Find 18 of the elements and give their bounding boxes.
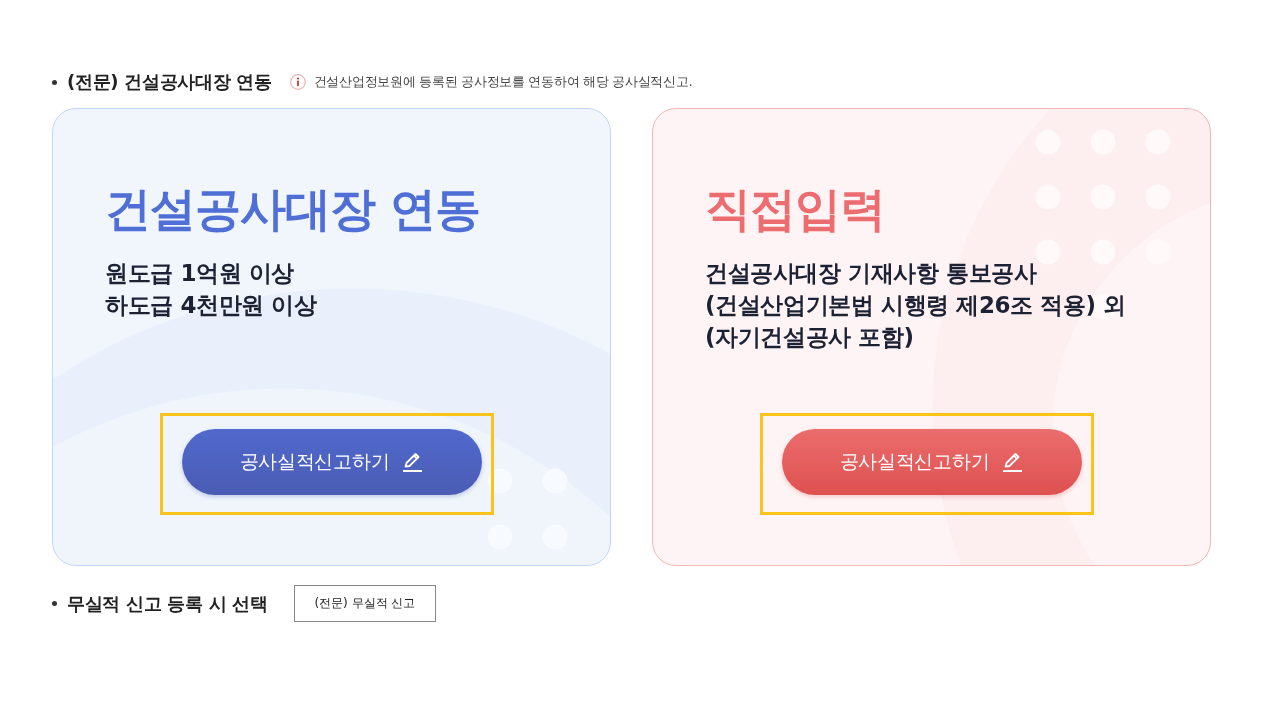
report-button[interactable]: 공사실적신고하기 (181, 429, 482, 495)
info-icon (289, 74, 306, 90)
bullet-icon (52, 601, 57, 606)
no-record-button[interactable]: (전문) 무실적 신고 (293, 585, 436, 622)
card-description: (건설산업기본법 시행령 제26조 적용) 외 (705, 291, 1126, 320)
card-description: 하도급 4천만원 이상 (105, 291, 317, 320)
section-heading: (전문) 건설공사대장 연동 (67, 70, 272, 94)
card-title: 직접입력 (705, 181, 885, 237)
card-description: 건설공사대장 기재사항 통보공사 (705, 259, 1037, 288)
card-description: 원도급 1억원 이상 (105, 259, 295, 288)
report-button[interactable]: 공사실적신고하기 (781, 429, 1082, 495)
card-description: (자기건설공사 포함) (705, 323, 914, 352)
pencil-icon (1001, 451, 1024, 473)
card-title: 건설공사대장 연동 (105, 181, 480, 237)
section-heading: 무실적 신고 등록 시 선택 (67, 591, 268, 616)
bullet-icon (52, 79, 57, 85)
pencil-icon (401, 451, 424, 473)
info-note: 건설산업정보원에 등록된 공사정보를 연동하여 해당 공사실적신고. (313, 73, 693, 91)
